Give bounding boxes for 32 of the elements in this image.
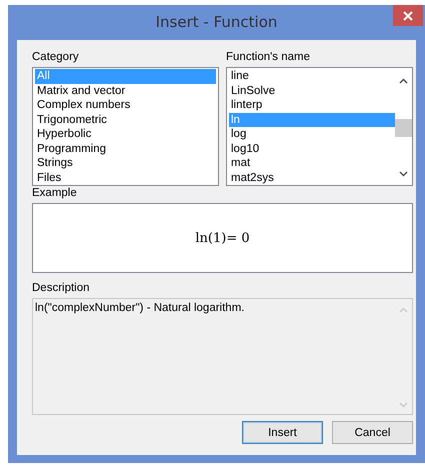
close-icon (403, 10, 413, 20)
description-text: ln("complexNumber") - Natural logarithm. (35, 301, 246, 315)
function-item[interactable]: LinSolve (229, 84, 395, 98)
category-item[interactable]: Programming (35, 142, 216, 156)
function-list[interactable]: line LinSolve linterp ln log log10 mat mat2sys (226, 67, 413, 186)
scroll-up-icon[interactable] (399, 78, 408, 84)
function-item[interactable]: mat (229, 156, 395, 170)
category-list[interactable]: All Matrix and vector Complex numbers Trigonometric Hyperbolic Programming Strings Files (32, 67, 219, 186)
function-name-label: Function's name (226, 50, 310, 64)
dialog-button[interactable]: Insert (242, 421, 323, 444)
category-item[interactable]: Strings (35, 156, 216, 170)
category-item[interactable]: Matrix and vector (35, 84, 216, 98)
description-label: Description (32, 281, 90, 295)
function-item[interactable]: log10 (229, 142, 395, 156)
category-item[interactable]: Trigonometric (35, 112, 216, 127)
example-label: Example (32, 186, 77, 200)
scroll-down-icon (399, 402, 408, 408)
scroll-up-icon (399, 307, 408, 313)
category-item[interactable]: Complex numbers (35, 98, 216, 112)
function-item[interactable]: linterp (229, 98, 395, 112)
scroll-down-icon[interactable] (399, 171, 408, 177)
function-item[interactable]: log (229, 127, 395, 142)
dialog-button[interactable]: Cancel (332, 421, 413, 444)
scrollbar-thumb[interactable] (395, 119, 412, 137)
formula: ln(1)= 0 (195, 230, 250, 246)
function-item[interactable]: line (229, 69, 395, 84)
window-title: Insert - Function (154, 12, 278, 33)
close-button[interactable] (393, 5, 423, 26)
function-item[interactable]: mat2sys (229, 170, 395, 185)
category-label: Category (32, 50, 79, 64)
category-item[interactable]: Files (35, 170, 216, 185)
category-item[interactable]: Hyperbolic (35, 127, 216, 142)
